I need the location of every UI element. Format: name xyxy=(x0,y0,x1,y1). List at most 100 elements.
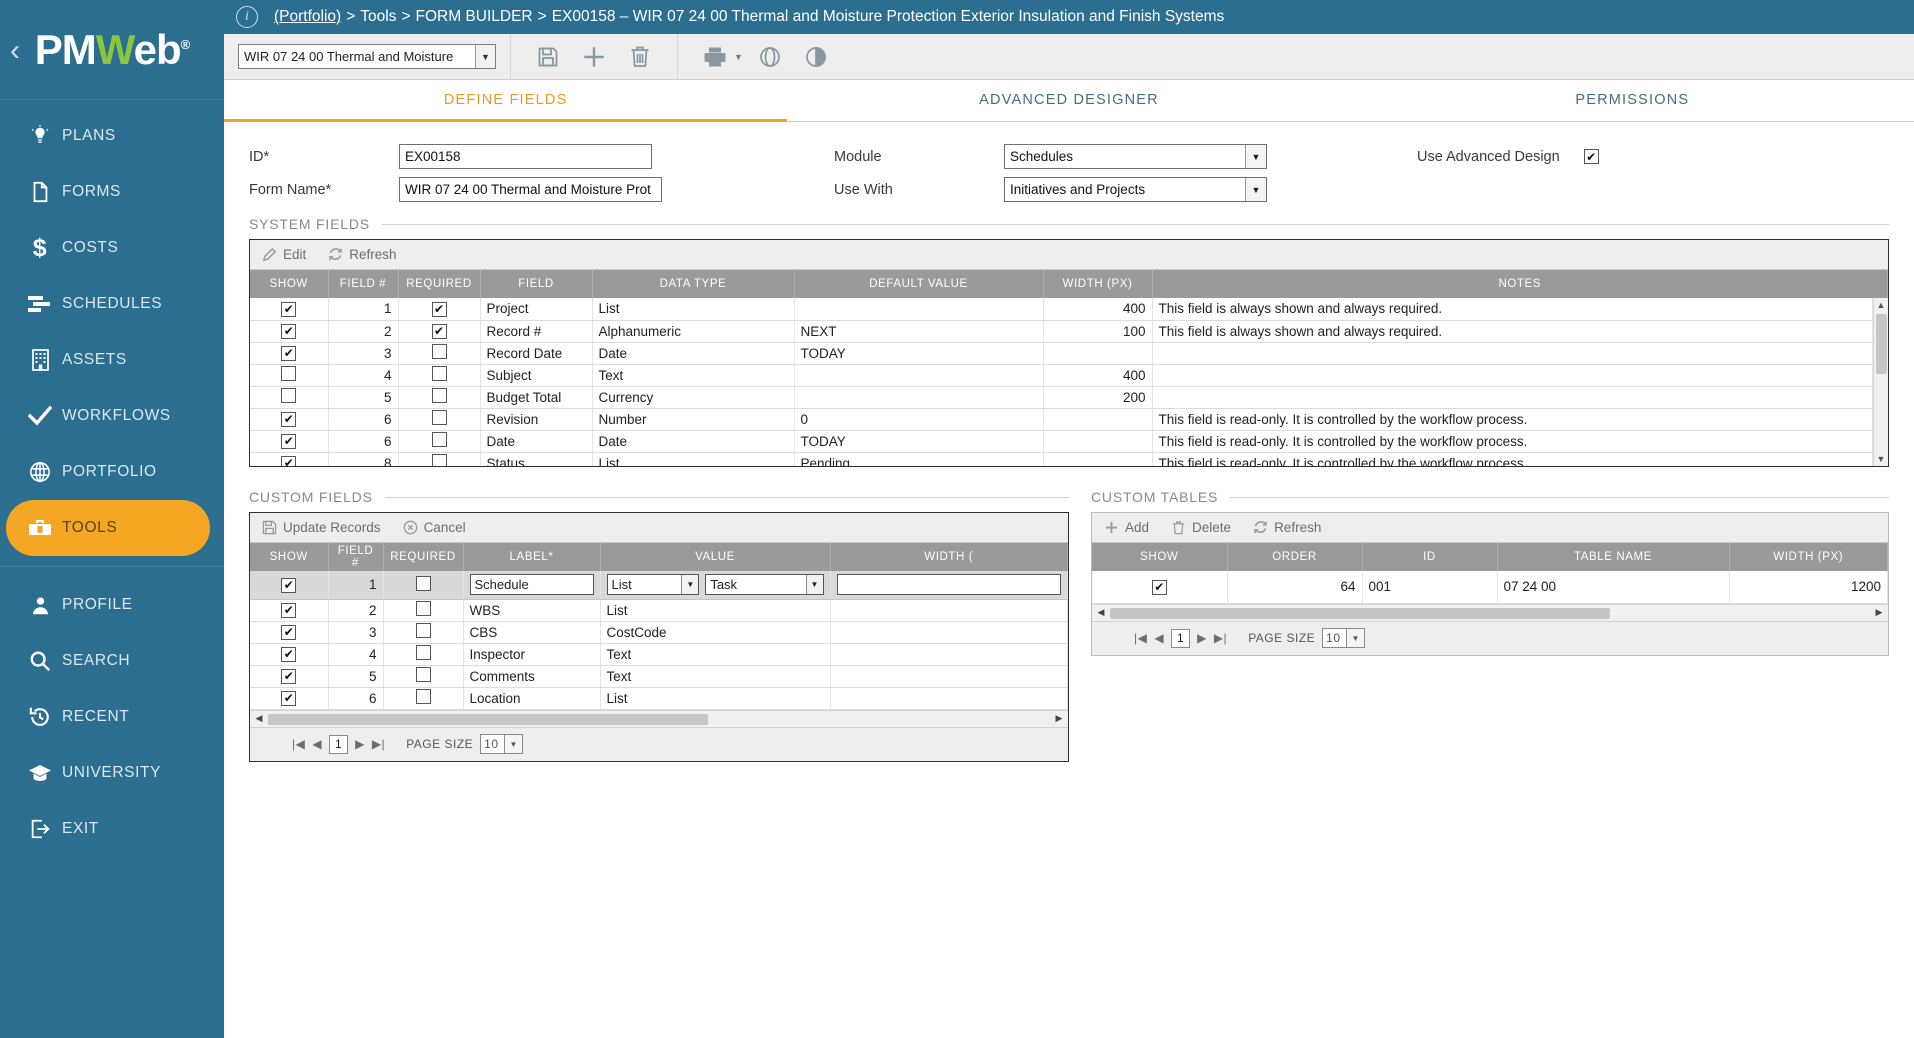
table-row[interactable]: ✔3CBSCostCode xyxy=(250,621,1068,643)
cell-required[interactable] xyxy=(398,364,480,386)
cell-required-checkbox[interactable]: ✔ xyxy=(432,324,447,339)
sidebar-item-plans[interactable]: PLANS xyxy=(0,108,224,164)
sidebar-item-profile[interactable]: PROFILE xyxy=(0,577,224,633)
cell-required-checkbox[interactable] xyxy=(432,388,447,403)
scrollbar-thumb[interactable] xyxy=(268,714,708,725)
delete-button[interactable]: Delete xyxy=(1171,520,1231,535)
cell-show-checkbox[interactable] xyxy=(281,388,296,403)
scrollbar-thumb[interactable] xyxy=(1876,314,1887,374)
table-row[interactable]: ✔6400107 24 001200 xyxy=(1092,571,1888,603)
breadcrumb-portfolio[interactable]: (Portfolio) xyxy=(274,8,341,26)
scrollbar-thumb[interactable] xyxy=(1110,608,1610,619)
delete-button[interactable] xyxy=(617,38,663,76)
contrast-toggle-button[interactable] xyxy=(793,38,839,76)
table-row[interactable]: ✔2WBSList xyxy=(250,599,1068,621)
col-required[interactable]: REQUIRED xyxy=(383,543,463,571)
col-default-value[interactable]: DEFAULT VALUE xyxy=(794,270,1043,298)
form-name-input[interactable]: WIR 07 24 00 Thermal and Moisture Prot xyxy=(399,177,662,202)
add-button[interactable] xyxy=(571,38,617,76)
info-icon[interactable]: i xyxy=(236,6,258,28)
cell-required[interactable] xyxy=(398,452,480,466)
col-value[interactable]: VALUE xyxy=(600,543,830,571)
table-row[interactable]: ✔6LocationList xyxy=(250,687,1068,709)
cell-required[interactable] xyxy=(383,687,463,709)
current-page[interactable]: 1 xyxy=(329,735,348,754)
page-size-value[interactable]: 10 xyxy=(480,734,505,754)
first-page-icon[interactable]: |◀ xyxy=(1134,631,1147,645)
collapse-sidebar-icon[interactable]: ‹ xyxy=(10,34,20,68)
col-notes[interactable]: NOTES xyxy=(1152,270,1888,298)
update-records-button[interactable]: Update Records xyxy=(262,520,381,535)
cell-show-checkbox[interactable]: ✔ xyxy=(281,324,296,339)
cell-required-checkbox[interactable] xyxy=(432,454,447,466)
table-row[interactable]: ✔3Record DateDateTODAY xyxy=(250,342,1873,364)
cell-required-checkbox[interactable] xyxy=(416,601,431,616)
cell-show-checkbox[interactable]: ✔ xyxy=(281,603,296,618)
cell-width[interactable] xyxy=(830,571,1068,599)
sidebar-item-forms[interactable]: FORMS xyxy=(0,164,224,220)
chevron-down-icon[interactable]: ▼ xyxy=(681,575,698,594)
chevron-down-icon[interactable]: ▼ xyxy=(1245,178,1266,201)
cell-required-checkbox[interactable] xyxy=(432,410,447,425)
table-row[interactable]: ✔6RevisionNumber0This field is read-only… xyxy=(250,408,1873,430)
chevron-down-icon[interactable]: ▼ xyxy=(475,45,495,68)
cell-show-checkbox[interactable]: ✔ xyxy=(281,302,296,317)
page-size-value[interactable]: 10 xyxy=(1322,628,1347,648)
table-row[interactable]: ✔4InspectorText xyxy=(250,643,1068,665)
cell-value[interactable]: List▼ Task▼ xyxy=(600,571,830,599)
col-field-num[interactable]: FIELD # xyxy=(328,270,398,298)
preview-button[interactable] xyxy=(747,38,793,76)
scroll-down-icon[interactable]: ▼ xyxy=(1877,452,1886,466)
cell-show-checkbox[interactable]: ✔ xyxy=(281,346,296,361)
cell-show[interactable]: ✔ xyxy=(250,452,328,466)
cell-required[interactable] xyxy=(383,599,463,621)
cell-show[interactable]: ✔ xyxy=(250,687,328,709)
cell-show-checkbox[interactable]: ✔ xyxy=(281,412,296,427)
chevron-down-icon[interactable]: ▼ xyxy=(806,575,823,594)
horizontal-scrollbar[interactable]: ◀ ▶ xyxy=(250,710,1068,727)
refresh-button[interactable]: Refresh xyxy=(328,247,396,262)
chevron-down-icon[interactable]: ▼ xyxy=(1347,628,1365,648)
add-button[interactable]: Add xyxy=(1104,520,1149,535)
value-select[interactable]: Task▼ xyxy=(705,574,823,595)
col-label[interactable]: LABEL* xyxy=(463,543,600,571)
sidebar-item-recent[interactable]: RECENT xyxy=(0,689,224,745)
sidebar-item-assets[interactable]: ASSETS xyxy=(0,332,224,388)
cell-required[interactable] xyxy=(398,342,480,364)
pmweb-logo[interactable]: ‹ PMWeb® xyxy=(0,0,224,100)
col-id[interactable]: ID xyxy=(1362,543,1497,571)
cell-required[interactable] xyxy=(398,408,480,430)
cell-label[interactable]: Schedule xyxy=(463,571,600,599)
col-required[interactable]: REQUIRED xyxy=(398,270,480,298)
id-input[interactable]: EX00158 xyxy=(399,144,652,169)
col-show[interactable]: SHOW xyxy=(250,270,328,298)
table-row[interactable]: ✔2✔Record #AlphanumericNEXT100This field… xyxy=(250,320,1873,342)
first-page-icon[interactable]: |◀ xyxy=(292,737,305,751)
label-input[interactable]: Schedule xyxy=(470,574,594,595)
next-page-icon[interactable]: ▶ xyxy=(355,737,365,751)
cell-show[interactable] xyxy=(250,364,328,386)
scroll-right-icon[interactable]: ▶ xyxy=(1872,607,1886,618)
width-input[interactable] xyxy=(837,574,1062,595)
cell-show[interactable]: ✔ xyxy=(250,599,328,621)
print-button[interactable] xyxy=(692,38,738,76)
table-row[interactable]: ✔6DateDateTODAYThis field is read-only. … xyxy=(250,430,1873,452)
col-order[interactable]: ORDER xyxy=(1227,543,1362,571)
cell-required-checkbox[interactable]: ✔ xyxy=(432,302,447,317)
edit-button[interactable]: Edit xyxy=(262,247,306,262)
tab-define-fields[interactable]: DEFINE FIELDS xyxy=(224,80,787,122)
cell-required-checkbox[interactable] xyxy=(416,667,431,682)
print-dropdown-caret-icon[interactable]: ▼ xyxy=(734,52,743,62)
vertical-scrollbar[interactable]: ▲ ▼ xyxy=(1873,298,1888,466)
show-checkbox[interactable]: ✔ xyxy=(1152,580,1167,595)
table-row[interactable]: ✔8StatusListPendingThis field is read-on… xyxy=(250,452,1873,466)
horizontal-scrollbar[interactable]: ◀ ▶ xyxy=(1092,604,1888,621)
required-checkbox[interactable] xyxy=(416,576,431,591)
last-page-icon[interactable]: ▶| xyxy=(1214,631,1227,645)
cell-show[interactable]: ✔ xyxy=(250,430,328,452)
scroll-left-icon[interactable]: ◀ xyxy=(1094,607,1108,618)
sidebar-item-tools[interactable]: TOOLS xyxy=(6,500,210,556)
cell-show[interactable]: ✔ xyxy=(250,621,328,643)
col-field[interactable]: FIELD xyxy=(480,270,592,298)
table-row[interactable]: ✔1✔ProjectList400This field is always sh… xyxy=(250,298,1873,320)
